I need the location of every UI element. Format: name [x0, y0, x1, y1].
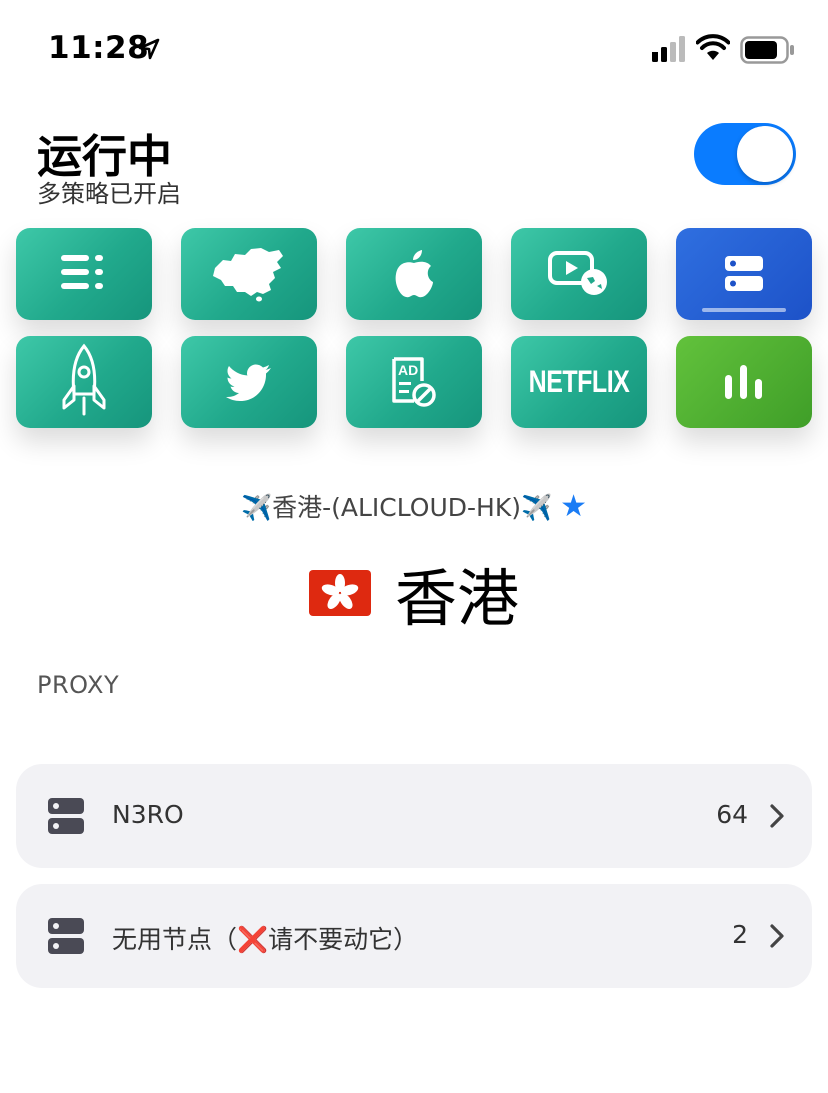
- twitter-icon: [226, 364, 271, 401]
- proxy-toggle[interactable]: [694, 123, 796, 185]
- tile-final[interactable]: [16, 228, 152, 320]
- tile-adblock[interactable]: AD: [346, 336, 482, 428]
- ad-block-icon: AD: [392, 357, 436, 407]
- chevron-right-icon: [770, 804, 784, 828]
- battery-icon: [740, 36, 794, 64]
- tile-stats[interactable]: [676, 336, 812, 428]
- group-row-n3ro[interactable]: N3RO 64: [16, 764, 812, 868]
- hong-kong-flag-icon: [308, 570, 371, 616]
- node-name: 香港-(ALICLOUD-HK): [272, 493, 521, 522]
- video-globe-icon: [548, 251, 607, 295]
- chevron-right-icon: [770, 924, 784, 948]
- region-name: 香港: [394, 562, 519, 635]
- rocket-icon: [62, 343, 106, 416]
- location-arrow-icon: [138, 38, 160, 60]
- bar-chart-icon: [725, 365, 762, 399]
- plane-emoji: ✈️: [240, 493, 273, 522]
- status-bar: 11:28: [0, 0, 828, 100]
- cross-mark-icon: ❌: [237, 925, 269, 954]
- current-node: ✈️香港-(ALICLOUD-HK)✈️ ★: [0, 488, 828, 524]
- plane-emoji: ✈️: [521, 493, 553, 522]
- svg-text:AD: AD: [398, 362, 418, 378]
- apple-icon: [395, 250, 433, 298]
- group-name: 无用节点（❌请不要动它）: [112, 925, 419, 954]
- tile-apple[interactable]: [346, 228, 482, 320]
- tile-china[interactable]: [181, 228, 317, 320]
- group-name: N3RO: [112, 800, 184, 829]
- wifi-icon: [696, 34, 730, 60]
- server-icon: [725, 256, 763, 291]
- current-region: 香港: [0, 548, 828, 638]
- list-icon: [61, 255, 103, 289]
- tile-video[interactable]: [511, 228, 647, 320]
- netflix-logo: NETFLIX: [528, 363, 630, 399]
- server-icon: [48, 798, 84, 834]
- tile-netflix[interactable]: NETFLIX: [511, 336, 647, 428]
- server-icon: [48, 918, 84, 954]
- cellular-signal-icon: [652, 36, 685, 62]
- tile-servers[interactable]: [676, 228, 812, 320]
- page-subtitle: 多策略已开启: [37, 180, 181, 208]
- selected-indicator: [702, 308, 786, 312]
- tile-speedtest[interactable]: [16, 336, 152, 428]
- section-label: PROXY: [37, 671, 120, 699]
- tile-twitter[interactable]: [181, 336, 317, 428]
- star-icon[interactable]: ★: [560, 489, 587, 524]
- group-count: 2: [732, 920, 748, 949]
- group-row-unused[interactable]: 无用节点（❌请不要动它） 2: [16, 884, 812, 988]
- china-map-icon: [213, 248, 283, 302]
- toggle-knob: [737, 126, 793, 182]
- group-count: 64: [716, 800, 748, 829]
- status-time: 11:28: [48, 30, 150, 66]
